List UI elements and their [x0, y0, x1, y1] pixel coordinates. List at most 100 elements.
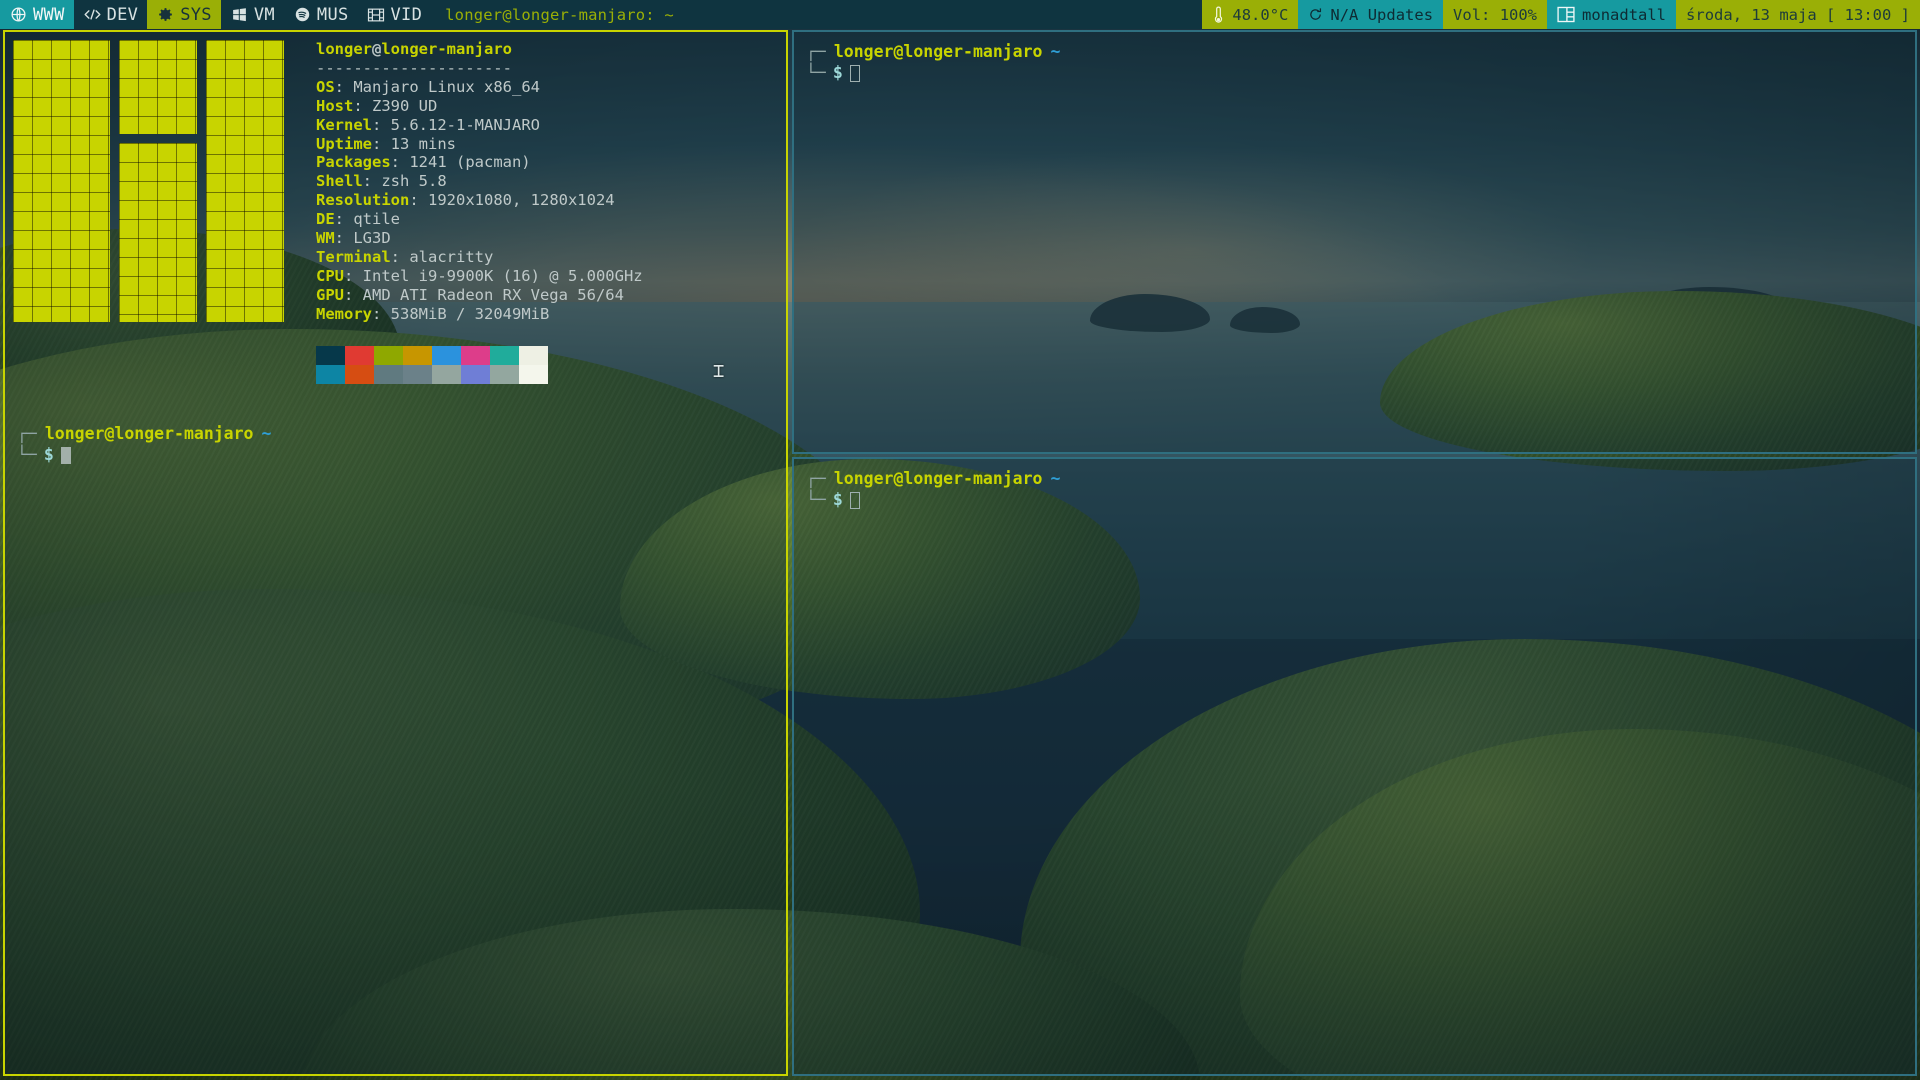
- prompt-line-1: ┌─ longer@longer-manjaro ~: [806, 469, 1903, 489]
- workspace-www[interactable]: WWW: [0, 0, 74, 29]
- palette-swatch: [374, 364, 403, 384]
- workspace-vid[interactable]: VID: [358, 0, 432, 29]
- neofetch-row-value: alacritty: [409, 247, 494, 266]
- prompt-line-2[interactable]: └─ $: [17, 444, 271, 466]
- palette-swatch: [519, 364, 548, 384]
- palette-swatch: [519, 345, 548, 365]
- terminal-top-right-prompt[interactable]: ┌─ longer@longer-manjaro ~ └─ $: [806, 42, 1903, 84]
- terminal-cursor[interactable]: [60, 446, 71, 464]
- neofetch-row-colon: :: [409, 191, 428, 210]
- terminal-cursor[interactable]: [849, 491, 860, 509]
- neofetch-row-value: 538MiB / 32049MiB: [390, 304, 550, 323]
- neofetch-host: longer-manjaro: [381, 40, 512, 58]
- neofetch-row-colon: :: [372, 304, 391, 323]
- workspace-dev-label: DEV: [106, 4, 139, 25]
- prompt-dollar: $: [832, 63, 843, 82]
- prompt-path: ~: [1050, 469, 1061, 488]
- prompt-user-host: longer@longer-manjaro: [833, 469, 1043, 488]
- workspace-vm[interactable]: VM: [221, 0, 284, 29]
- neofetch-row-value: Z390 UD: [372, 96, 438, 115]
- prompt-user-host: longer@longer-manjaro: [833, 42, 1043, 61]
- neofetch-row-key: Kernel: [316, 115, 372, 134]
- neofetch-row: Uptime: 13 mins: [316, 135, 643, 154]
- terminal-window-bottom-right[interactable]: ┌─ longer@longer-manjaro ~ └─ $: [792, 457, 1917, 1076]
- film-icon: [367, 5, 386, 24]
- status-bar: WWW DEV SYS VM MUS VID longer@longer-man…: [0, 0, 1920, 29]
- layout-value: monadtall: [1582, 5, 1667, 24]
- neofetch-user: longer: [316, 40, 372, 58]
- palette-swatch: [432, 345, 461, 365]
- terminal-cursor[interactable]: [849, 64, 860, 82]
- neofetch-row-value: 1920x1080, 1280x1024: [428, 191, 615, 210]
- terminal-main-content[interactable]: longer@longer-manjaro ------------------…: [5, 32, 786, 1074]
- spotify-icon: [293, 5, 312, 24]
- neofetch-row-value: Intel i9-9900K (16) @ 5.000GHz: [362, 266, 643, 285]
- workspace-www-label: WWW: [33, 4, 65, 25]
- neofetch-row-colon: :: [372, 134, 391, 153]
- palette-swatch: [490, 364, 519, 384]
- palette-swatch: [403, 345, 432, 365]
- terminal-main-prompt[interactable]: ┌─ longer@longer-manjaro ~ └─ $: [17, 424, 271, 466]
- prompt-line-2[interactable]: └─ $: [806, 489, 1903, 511]
- neofetch-rows: OS: Manjaro Linux x86_64 Host: Z390 UD Ker…: [316, 78, 643, 324]
- neofetch-row-key: CPU: [316, 266, 344, 285]
- terminal-window-top-right[interactable]: ┌─ longer@longer-manjaro ~ └─ $: [792, 30, 1917, 454]
- thermometer-icon: [1212, 5, 1225, 24]
- terminal-bottom-right-prompt[interactable]: ┌─ longer@longer-manjaro ~ └─ $: [806, 469, 1903, 511]
- palette-swatch: [345, 345, 374, 365]
- neofetch-row-key: Resolution: [316, 191, 410, 210]
- neofetch-row-value: 1241 (pacman): [409, 153, 531, 172]
- neofetch-row-colon: :: [353, 96, 372, 115]
- neofetch-row-colon: :: [362, 172, 382, 191]
- prompt-corner-glyph: └─: [17, 445, 37, 464]
- clock-widget[interactable]: środa, 13 maja [ 13:00 ]: [1676, 0, 1920, 29]
- desktop: longer@longer-manjaro ------------------…: [0, 29, 1920, 1080]
- prompt-corner-glyph: └─: [806, 490, 826, 509]
- neofetch-row-key: GPU: [316, 285, 344, 304]
- updates-widget[interactable]: N/A Updates: [1298, 0, 1444, 29]
- palette-swatch: [374, 345, 403, 365]
- code-icon: [83, 5, 102, 24]
- bar-spacer: [688, 0, 1202, 29]
- temperature-value: 48.0°C: [1232, 5, 1289, 24]
- gear-icon: [156, 5, 175, 24]
- neofetch-row-value: LG3D: [353, 229, 391, 248]
- terminal-bottom-right-content[interactable]: ┌─ longer@longer-manjaro ~ └─ $: [794, 459, 1915, 1074]
- prompt-line-2[interactable]: └─ $: [806, 62, 1903, 84]
- prompt-line-1: ┌─ longer@longer-manjaro ~: [806, 42, 1903, 62]
- neofetch-row: WM: LG3D: [316, 229, 643, 248]
- workspace-dev[interactable]: DEV: [74, 0, 148, 29]
- layout-widget[interactable]: monadtall: [1547, 0, 1677, 29]
- temperature-widget[interactable]: 48.0°C: [1202, 0, 1299, 29]
- neofetch-row: Host: Z390 UD: [316, 97, 643, 116]
- window-title: longer@longer-manjaro: ~: [445, 5, 674, 24]
- prompt-path: ~: [1050, 42, 1061, 61]
- workspace-sys-label: SYS: [180, 4, 212, 25]
- prompt-user-host: longer@longer-manjaro: [44, 424, 254, 443]
- neofetch-output: longer@longer-manjaro ------------------…: [13, 40, 643, 384]
- palette-swatch: [432, 364, 461, 384]
- terminal-top-right-content[interactable]: ┌─ longer@longer-manjaro ~ └─ $: [794, 32, 1915, 452]
- windows-icon: [230, 5, 249, 24]
- neofetch-row-value: Manjaro Linux x86_64: [353, 77, 540, 96]
- terminal-window-main[interactable]: longer@longer-manjaro ------------------…: [3, 30, 788, 1076]
- neofetch-title: longer@longer-manjaro: [316, 40, 643, 59]
- palette-row-1: [316, 345, 643, 365]
- prompt-corner-glyph: ┌─: [806, 42, 826, 61]
- neofetch-color-palette: [316, 345, 643, 384]
- neofetch-row-value: AMD ATI Radeon RX Vega 56/64: [362, 285, 624, 304]
- neofetch-row-key: Uptime: [316, 134, 372, 153]
- prompt-path: ~: [261, 424, 272, 443]
- neofetch-row-key: Host: [316, 96, 354, 115]
- neofetch-row-value: 13 mins: [390, 134, 456, 153]
- volume-widget[interactable]: Vol: 100%: [1443, 0, 1548, 29]
- workspace-sys[interactable]: SYS: [147, 0, 221, 29]
- neofetch-row: Packages: 1241 (pacman): [316, 153, 643, 172]
- prompt-line-1: ┌─ longer@longer-manjaro ~: [17, 424, 271, 444]
- updates-value: N/A Updates: [1330, 5, 1434, 24]
- palette-swatch: [461, 364, 490, 384]
- neofetch-row-colon: :: [344, 266, 363, 285]
- neofetch-info: longer@longer-manjaro ------------------…: [298, 40, 643, 384]
- workspace-mus[interactable]: MUS: [284, 0, 358, 29]
- palette-swatch: [345, 364, 374, 384]
